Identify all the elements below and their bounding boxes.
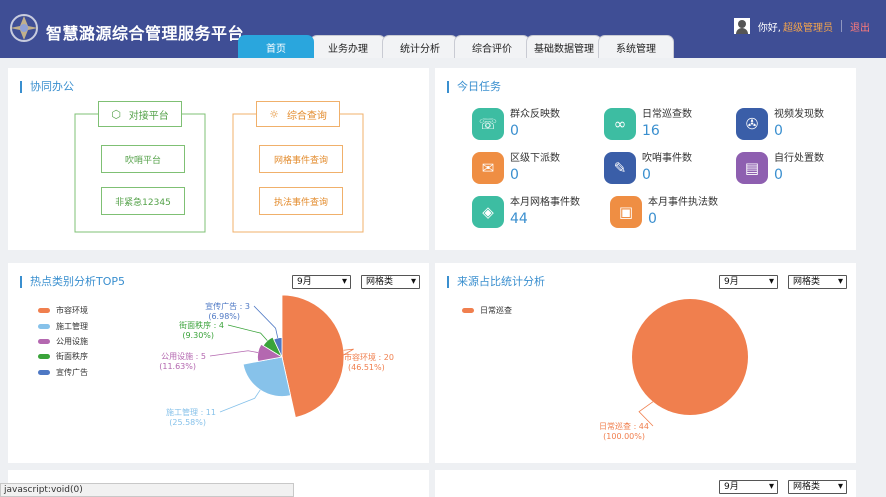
tasks-panel-title: 今日任务 — [447, 81, 501, 93]
hotspot-pie-chart: 市容环境 : 20(46.51%) 施工管理 : 11(25.58%) 公用设施 :… — [159, 294, 394, 427]
tasks-panel: 今日任务 ☏ 群众反映数 0 ∞ 日常巡查数 16 ✇ 视频发现数 0 ✉ 区级下派数… — [435, 68, 856, 250]
task-item[interactable]: ✎ 吹哨事件数 0 — [604, 152, 692, 184]
task-item[interactable]: ▣ 本月事件执法数 0 — [610, 196, 718, 228]
mail-icon: ✉ — [472, 152, 504, 184]
binoculars-icon: ∞ — [604, 108, 636, 140]
avatar — [733, 18, 750, 34]
enforcement-event-query-button[interactable]: 执法事件查询 — [259, 187, 343, 215]
browser-status-bar: javascript:void(0) — [0, 483, 294, 497]
group-frame-lines — [74, 113, 364, 233]
layers-icon: ◈ — [472, 196, 504, 228]
task-label: 本月事件执法数 — [648, 197, 718, 208]
office-panel: 协同办公 ⬡ 对接平台 吹哨平台 非紧急12345 ☼ 综合查询 网格事件查询 … — [8, 68, 429, 250]
bottom-right-panel: 9月 网格类 — [435, 470, 856, 497]
pie-percent-label: (11.63%) — [159, 362, 196, 371]
logout-link[interactable]: 退出 — [850, 19, 870, 34]
pie-data-label: 街面秩序 : 4 — [179, 320, 224, 330]
whistle-platform-button[interactable]: 吹哨平台 — [101, 145, 185, 173]
tab-home[interactable]: 首页 — [238, 35, 314, 58]
task-count[interactable]: 0 — [510, 166, 560, 184]
task-item[interactable]: ✉ 区级下派数 0 — [472, 152, 560, 184]
pie-slice[interactable] — [242, 356, 292, 397]
pie-percent-label: (100.00%) — [603, 432, 645, 441]
pencil-icon: ✎ — [604, 152, 636, 184]
pie-data-label: 市容环境 : 20 — [344, 352, 394, 362]
clipboard-icon: ▣ — [610, 196, 642, 228]
pie-label-line — [253, 305, 279, 339]
task-item[interactable]: ▤ 自行处置数 0 — [736, 152, 824, 184]
task-label: 视频发现数 — [774, 109, 824, 120]
non-emergency-12345-button[interactable]: 非紧急12345 — [101, 187, 185, 215]
task-item[interactable]: ✇ 视频发现数 0 — [736, 108, 824, 140]
tab-basic-data[interactable]: 基础数据管理 — [526, 35, 602, 58]
film-icon: ✇ — [736, 108, 768, 140]
hotspot-panel: 热点类别分析TOP5 9月 网格类 市容环境 施工管理 公用设施 街面秩序 宣传… — [8, 263, 429, 463]
top-header: 智慧潞源综合管理服务平台 首页 业务办理 统计分析 综合评价 基础数据管理 系统… — [0, 0, 886, 58]
pie-data-label: 公用设施 : 5 — [161, 351, 206, 361]
task-label: 日常巡查数 — [642, 109, 692, 120]
task-label: 区级下派数 — [510, 153, 560, 164]
bulb-icon: ☼ — [269, 107, 279, 121]
greeting: 你好, — [757, 22, 781, 34]
pie-data-label: 日常巡查 : 44 — [599, 421, 649, 431]
tab-statistics[interactable]: 统计分析 — [382, 35, 458, 58]
pie-percent-label: (46.51%) — [348, 363, 385, 372]
comprehensive-query-label: 综合查询 — [286, 110, 327, 122]
pie-percent-label: (6.98%) — [208, 312, 240, 321]
task-item[interactable]: ☏ 群众反映数 0 — [472, 108, 560, 140]
task-count[interactable]: 0 — [774, 166, 824, 184]
cube-icon: ⬡ — [111, 107, 121, 121]
pie-label-line — [219, 389, 261, 413]
pie-label-line — [209, 350, 258, 357]
tab-system[interactable]: 系统管理 — [598, 35, 674, 58]
pie-data-label: 宣传广告 : 3 — [205, 301, 250, 311]
pie-percent-label: (9.30%) — [182, 331, 214, 340]
tab-evaluation[interactable]: 综合评价 — [454, 35, 530, 58]
user-area: 你好, 超级管理员 退出 — [733, 18, 870, 34]
bottom-month-select[interactable]: 9月 — [719, 480, 778, 494]
grid-event-query-button[interactable]: 网格事件查询 — [259, 145, 343, 173]
divider — [841, 20, 842, 32]
comprehensive-query-header: ☼ 综合查询 — [256, 101, 340, 127]
user-name-link[interactable]: 超级管理员 — [783, 19, 833, 34]
task-count[interactable]: 0 — [642, 166, 692, 184]
app-title: 智慧潞源综合管理服务平台 — [46, 24, 245, 43]
pie-data-label: 施工管理 : 11 — [166, 407, 216, 417]
task-count[interactable]: 0 — [774, 122, 824, 140]
pie-slice[interactable] — [281, 294, 345, 418]
main-nav-tabs: 首页 业务办理 统计分析 综合评价 基础数据管理 系统管理 — [238, 35, 674, 58]
tab-business[interactable]: 业务办理 — [310, 35, 386, 58]
task-label: 自行处置数 — [774, 153, 824, 164]
source-panel: 来源占比统计分析 9月 网格类 日常巡查 日常巡查 : 44(100.00%) — [435, 263, 856, 463]
task-item[interactable]: ◈ 本月网格事件数 44 — [472, 196, 580, 228]
bottom-type-select[interactable]: 网格类 — [788, 480, 847, 494]
docking-platform-label: 对接平台 — [128, 110, 169, 122]
contact-card-icon: ▤ — [736, 152, 768, 184]
task-count[interactable]: 0 — [648, 210, 718, 228]
task-count[interactable]: 44 — [510, 210, 580, 228]
task-count[interactable]: 16 — [642, 122, 692, 140]
docking-platform-header: ⬡ 对接平台 — [98, 101, 182, 127]
task-label: 吹哨事件数 — [642, 153, 692, 164]
phone-icon: ☏ — [472, 108, 504, 140]
pie-slice[interactable] — [632, 299, 748, 415]
task-item[interactable]: ∞ 日常巡查数 16 — [604, 108, 692, 140]
pie-label-line — [227, 324, 268, 341]
pie-percent-label: (25.58%) — [169, 418, 206, 427]
source-pie-chart: 日常巡查 : 44(100.00%) — [599, 299, 748, 441]
task-label: 本月网格事件数 — [510, 197, 580, 208]
logo-icon — [10, 14, 38, 42]
task-count[interactable]: 0 — [510, 122, 560, 140]
task-label: 群众反映数 — [510, 109, 560, 120]
